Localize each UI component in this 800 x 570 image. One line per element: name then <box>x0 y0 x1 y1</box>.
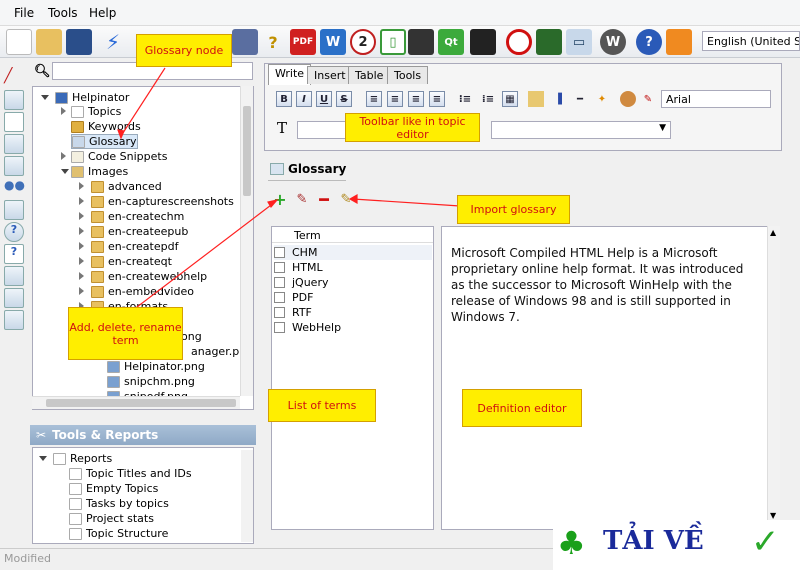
callout-add-delete-rename: Add, delete, rename term <box>68 307 183 360</box>
arrow-head <box>348 193 358 205</box>
logo-text: TẢI VỀ <box>603 526 704 556</box>
checkmark-icon: ✓ <box>751 522 780 562</box>
callout-import-glossary: Import glossary <box>457 195 570 224</box>
callout-list-of-terms: List of terms <box>268 389 376 422</box>
clover-icon: ♣ <box>557 524 586 562</box>
callout-glossary-node: Glossary node <box>136 34 232 67</box>
arrow-head <box>117 129 125 140</box>
annotation-arrows <box>117 67 461 321</box>
taive-logo: ♣ TẢI VỀ ✓ <box>553 520 800 570</box>
arrow-add-delete <box>119 201 276 321</box>
callout-definition-editor: Definition editor <box>462 389 582 427</box>
callout-toolbar: Toolbar like in topic editor <box>345 113 480 142</box>
arrow-glossary-node <box>120 67 166 137</box>
arrow-import <box>352 198 461 207</box>
